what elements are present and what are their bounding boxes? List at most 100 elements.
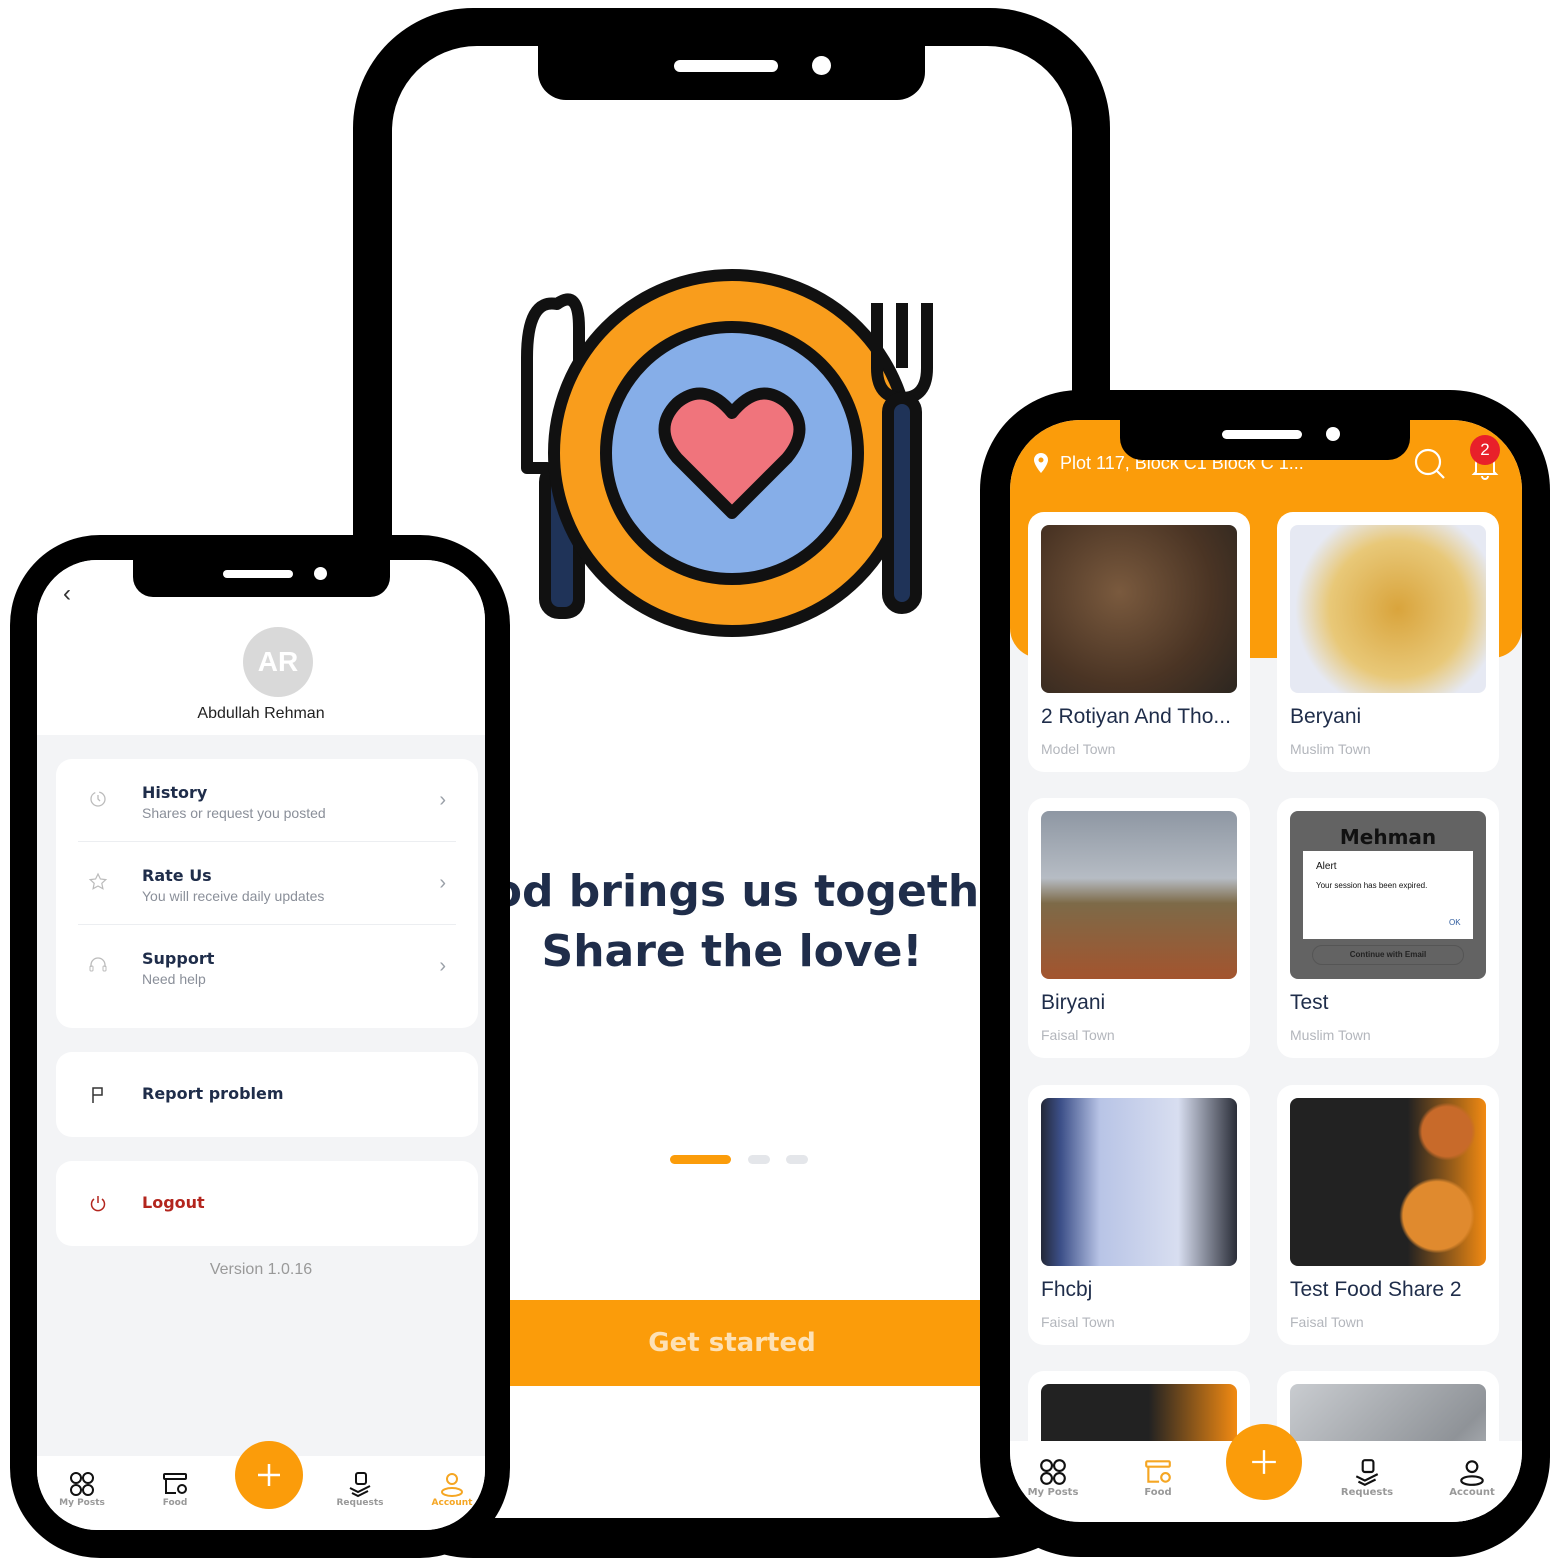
search-icon[interactable] — [1413, 447, 1447, 481]
nav-label: My Posts — [1027, 1487, 1079, 1498]
feed-phone: Plot 117, Block C1 Block C 1... 2 2 Roti… — [980, 390, 1550, 1557]
menu-item-title: Rate Us — [142, 866, 212, 885]
notch — [538, 46, 925, 100]
headset-icon — [89, 957, 107, 972]
food-image — [1041, 811, 1237, 979]
food-title: Fhcbj — [1041, 1278, 1093, 1301]
nav-label: Requests — [1340, 1487, 1394, 1498]
food-title: Test — [1290, 991, 1329, 1014]
page-dot[interactable] — [786, 1155, 808, 1164]
menu-item-subtitle: You will receive daily updates — [142, 888, 325, 904]
nav-label: Food — [162, 1498, 188, 1508]
grid-circles-icon — [70, 1472, 94, 1496]
person-icon — [1460, 1460, 1484, 1486]
food-box-icon — [1145, 1460, 1171, 1483]
food-image — [1290, 525, 1486, 693]
food-card[interactable]: Mehman Alert Your session has been expir… — [1277, 798, 1499, 1058]
report-problem-label: Report problem — [142, 1084, 284, 1103]
person-icon — [441, 1473, 463, 1497]
plate-heart-fork-knife-logo — [521, 269, 933, 637]
logout-button[interactable]: Logout — [56, 1161, 478, 1246]
food-title: 2 Rotiyan And Tho... — [1041, 705, 1231, 728]
food-title: Biryani — [1041, 991, 1106, 1014]
alert-dialog: Alert Your session has been expired. OK — [1303, 851, 1473, 939]
hand-box-icon — [349, 1472, 371, 1498]
food-image: Mehman Alert Your session has been expir… — [1290, 811, 1486, 979]
food-location: Muslim Town — [1290, 741, 1371, 757]
add-post-button[interactable] — [235, 1441, 303, 1509]
nav-account[interactable]: Account — [1437, 1457, 1507, 1498]
food-image — [1041, 525, 1237, 693]
page-dot[interactable] — [748, 1155, 770, 1164]
menu-item-title: Support — [142, 949, 215, 968]
page-dot-active[interactable] — [670, 1155, 731, 1164]
grid-circles-icon — [1040, 1459, 1066, 1485]
food-location: Model Town — [1041, 741, 1116, 757]
alert-ok: OK — [1449, 918, 1461, 927]
nav-requests[interactable]: Requests — [325, 1470, 395, 1508]
menu-item-subtitle: Need help — [142, 971, 206, 987]
nav-account[interactable]: Account — [417, 1470, 485, 1508]
menu-item-title: History — [142, 783, 208, 802]
add-post-button[interactable] — [1226, 1424, 1302, 1500]
logout-label: Logout — [142, 1193, 205, 1212]
notch — [1120, 420, 1410, 460]
nav-label: Requests — [336, 1498, 384, 1508]
report-problem-button[interactable]: Report problem — [56, 1052, 478, 1137]
chevron-right-icon: › — [439, 872, 446, 894]
feed-screen: Plot 117, Block C1 Block C 1... 2 2 Roti… — [1010, 420, 1522, 1522]
chevron-right-icon: › — [439, 789, 446, 811]
notification-badge: 2 — [1470, 435, 1500, 465]
version-label: Version 1.0.16 — [209, 1261, 313, 1278]
food-card[interactable]: Biryani Faisal Town — [1028, 798, 1250, 1058]
avatar: AR — [243, 627, 313, 697]
location-pin-icon — [1034, 453, 1048, 473]
food-card[interactable]: 2 Rotiyan And Tho... Model Town — [1028, 512, 1250, 772]
star-icon — [88, 872, 108, 890]
food-location: Faisal Town — [1290, 1314, 1364, 1330]
nav-label: My Posts — [59, 1498, 105, 1508]
account-screen: ‹ AR Abdullah Rehman History Shares or r… — [37, 560, 485, 1530]
user-name: Abdullah Rehman — [197, 705, 325, 722]
food-title: Beryani — [1290, 705, 1362, 728]
image-heading: Mehman — [1339, 825, 1437, 849]
bottom-nav: My Posts Food Requests Account — [1010, 1424, 1522, 1522]
nav-my-posts[interactable]: My Posts — [1018, 1457, 1088, 1498]
food-location: Muslim Town — [1290, 1027, 1371, 1043]
nav-food[interactable]: Food — [1123, 1457, 1193, 1498]
nav-label: Account — [431, 1498, 473, 1508]
plus-icon — [1252, 1450, 1276, 1474]
nav-food[interactable]: Food — [140, 1470, 210, 1508]
menu-item-subtitle: Shares or request you posted — [142, 805, 326, 821]
food-location: Faisal Town — [1041, 1027, 1115, 1043]
bottom-nav: My Posts Food Requests Account — [37, 1441, 485, 1530]
account-phone: ‹ AR Abdullah Rehman History Shares or r… — [10, 535, 510, 1558]
food-image — [1290, 1098, 1486, 1266]
chevron-right-icon: › — [439, 955, 446, 977]
hand-box-icon — [1355, 1459, 1379, 1487]
food-card[interactable]: Beryani Muslim Town — [1277, 512, 1499, 772]
menu-item-rate-us[interactable]: Rate Us You will receive daily updates › — [56, 842, 478, 924]
flag-icon — [92, 1087, 103, 1103]
notch — [133, 560, 390, 597]
power-icon — [90, 1196, 106, 1212]
alert-title: Alert — [1316, 861, 1337, 872]
menu-item-history[interactable]: History Shares or request you posted › — [56, 759, 478, 841]
food-image — [1041, 1098, 1237, 1266]
alert-message: Your session has been expired. — [1316, 881, 1428, 890]
menu-card: History Shares or request you posted › R… — [56, 759, 478, 1028]
clock-icon — [90, 791, 106, 807]
nav-label: Account — [1449, 1487, 1495, 1498]
food-card[interactable]: Fhcbj Faisal Town — [1028, 1085, 1250, 1345]
food-box-icon — [163, 1473, 187, 1494]
menu-item-support[interactable]: Support Need help › — [56, 925, 478, 1007]
food-location: Faisal Town — [1041, 1314, 1115, 1330]
nav-label: Food — [1144, 1487, 1172, 1498]
nav-requests[interactable]: Requests — [1332, 1457, 1402, 1498]
back-chevron-icon[interactable]: ‹ — [63, 580, 71, 608]
continue-email-label: Continue with Email — [1312, 945, 1464, 965]
nav-my-posts[interactable]: My Posts — [47, 1470, 117, 1508]
plus-icon — [258, 1464, 280, 1486]
food-card[interactable]: Test Food Share 2 Faisal Town — [1277, 1085, 1499, 1345]
food-title: Test Food Share 2 — [1290, 1278, 1462, 1301]
